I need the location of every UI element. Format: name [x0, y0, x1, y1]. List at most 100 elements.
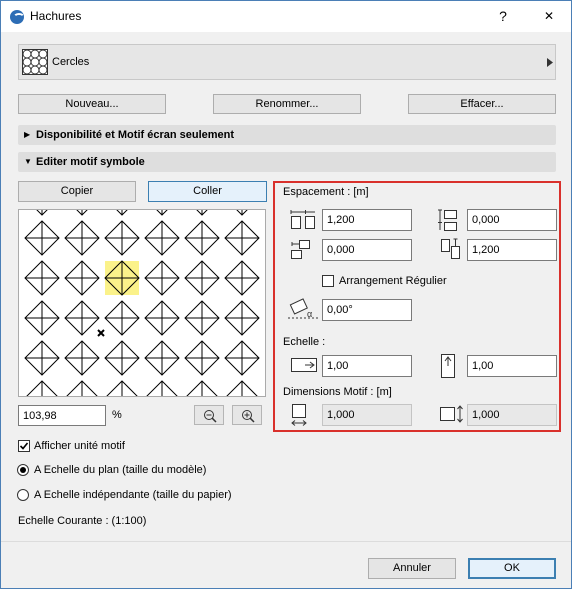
pattern-motif	[64, 220, 100, 256]
regular-arrangement-checkbox[interactable]	[322, 275, 334, 287]
pattern-motif	[64, 340, 100, 376]
rename-button[interactable]: Renommer...	[213, 94, 361, 114]
ok-button[interactable]: OK	[468, 558, 556, 579]
pattern-motif	[24, 220, 60, 256]
pattern-motif	[64, 260, 100, 296]
pattern-motif	[104, 260, 140, 296]
paste-button[interactable]: Coller	[148, 181, 267, 202]
vertical-scale-field[interactable]: 1,00	[467, 355, 557, 377]
hatch-dialog: Hachures ? ✕ Cercles Nouveau... Renommer…	[0, 0, 572, 589]
zoom-input[interactable]: 103,98	[18, 405, 106, 426]
rotation-angle-icon: α	[288, 298, 318, 319]
footer-divider	[1, 541, 571, 542]
pattern-height-field: 1,000	[467, 404, 557, 426]
pattern-motif	[144, 340, 180, 376]
zoom-unit: %	[112, 409, 122, 421]
pattern-width-field: 1,000	[322, 404, 412, 426]
horizontal-scale-field[interactable]: 1,00	[322, 355, 412, 377]
section-availability[interactable]: ▶ Disponibilité et Motif écran seulement	[18, 125, 556, 145]
pattern-motif	[26, 380, 58, 396]
delete-button[interactable]: Effacer...	[408, 94, 556, 114]
vertical-spacing-field[interactable]: 0,000	[467, 209, 557, 231]
pattern-motif	[106, 380, 138, 396]
cancel-button[interactable]: Annuler	[368, 558, 456, 579]
zoom-in-icon	[242, 410, 255, 423]
pattern-motif	[144, 300, 180, 336]
pattern-preview[interactable]	[18, 209, 266, 397]
pattern-motif	[24, 340, 60, 376]
horizontal-spacing-icon	[290, 210, 315, 229]
pattern-motif	[24, 300, 60, 336]
pattern-motif	[224, 300, 260, 336]
fill-type-selector[interactable]: Cercles	[18, 44, 556, 80]
pattern-motif	[76, 210, 88, 216]
new-button[interactable]: Nouveau...	[18, 94, 166, 114]
horizontal-scale-icon	[291, 358, 317, 372]
pattern-motif	[196, 210, 208, 216]
section-edit-symbol-label: Editer motif symbole	[36, 156, 145, 168]
scale-plan-radio[interactable]	[17, 464, 29, 476]
pattern-motif	[144, 260, 180, 296]
pattern-motif	[24, 260, 60, 296]
origin-marker-icon[interactable]	[97, 329, 105, 337]
spacing-header: Espacement : [m]	[283, 186, 369, 198]
copy-button[interactable]: Copier	[18, 181, 136, 202]
close-button[interactable]: ✕	[534, 5, 564, 27]
pattern-motif	[226, 380, 258, 396]
pattern-motif	[184, 260, 220, 296]
show-unit-label: Afficher unité motif	[34, 440, 125, 452]
show-unit-checkbox[interactable]	[18, 440, 30, 452]
archicad-app-icon	[10, 10, 25, 24]
window-title: Hachures	[30, 9, 82, 23]
radio-selected-dot	[20, 467, 26, 473]
pattern-motif	[224, 340, 260, 376]
circle-fill-pattern-icon	[22, 49, 48, 75]
pattern-motif	[36, 210, 48, 216]
regular-arrangement-label: Arrangement Régulier	[339, 275, 447, 287]
section-edit-symbol[interactable]: ▼ Editer motif symbole	[18, 152, 556, 172]
pattern-height-icon	[440, 405, 463, 423]
horizontal-spacing-field[interactable]: 1,200	[322, 209, 412, 231]
pattern-width-icon	[291, 404, 307, 426]
section-availability-label: Disponibilité et Motif écran seulement	[36, 129, 235, 141]
vertical-spacing-icon	[438, 209, 457, 231]
triangle-down-icon: ▼	[24, 157, 32, 166]
pattern-preview-canvas[interactable]	[19, 210, 266, 397]
scale-plan-label: A Echelle du plan (taille du modèle)	[34, 464, 207, 476]
vertical-offset-field[interactable]: 1,200	[467, 239, 557, 261]
zoom-out-icon	[204, 410, 217, 423]
triangle-right-icon: ▶	[24, 130, 31, 139]
svg-text:α: α	[307, 309, 312, 319]
scale-paper-label: A Echelle indépendante (taille du papier…	[34, 489, 232, 501]
pattern-dims-header: Dimensions Motif : [m]	[283, 386, 392, 398]
pattern-motif	[184, 300, 220, 336]
pattern-motif	[146, 380, 178, 396]
vertical-scale-icon	[441, 354, 455, 378]
horizontal-offset-icon	[291, 240, 310, 259]
pattern-motif	[144, 220, 180, 256]
current-scale-text: Echelle Courante : (1:100)	[18, 515, 147, 527]
scale-header: Echelle :	[283, 336, 326, 348]
pattern-motif	[116, 210, 128, 216]
pattern-motif	[104, 340, 140, 376]
rotation-angle-field[interactable]: 0,00°	[322, 299, 412, 321]
pattern-motif	[156, 210, 168, 216]
pattern-motif	[224, 260, 260, 296]
pattern-motif	[64, 300, 100, 336]
zoom-in-button[interactable]	[232, 405, 262, 425]
pattern-motif	[184, 220, 220, 256]
horizontal-offset-field[interactable]: 0,000	[322, 239, 412, 261]
scale-paper-radio[interactable]	[17, 489, 29, 501]
title-bar: Hachures ? ✕	[1, 1, 571, 32]
chevron-right-icon	[547, 58, 553, 67]
pattern-motif	[104, 220, 140, 256]
help-button[interactable]: ?	[488, 5, 518, 27]
pattern-motif	[224, 220, 260, 256]
pattern-motif	[236, 210, 248, 216]
pattern-motif	[186, 380, 218, 396]
pattern-motif	[104, 300, 140, 336]
pattern-motif	[66, 380, 98, 396]
checkmark-icon	[19, 442, 29, 450]
zoom-out-button[interactable]	[194, 405, 224, 425]
pattern-motif	[184, 340, 220, 376]
